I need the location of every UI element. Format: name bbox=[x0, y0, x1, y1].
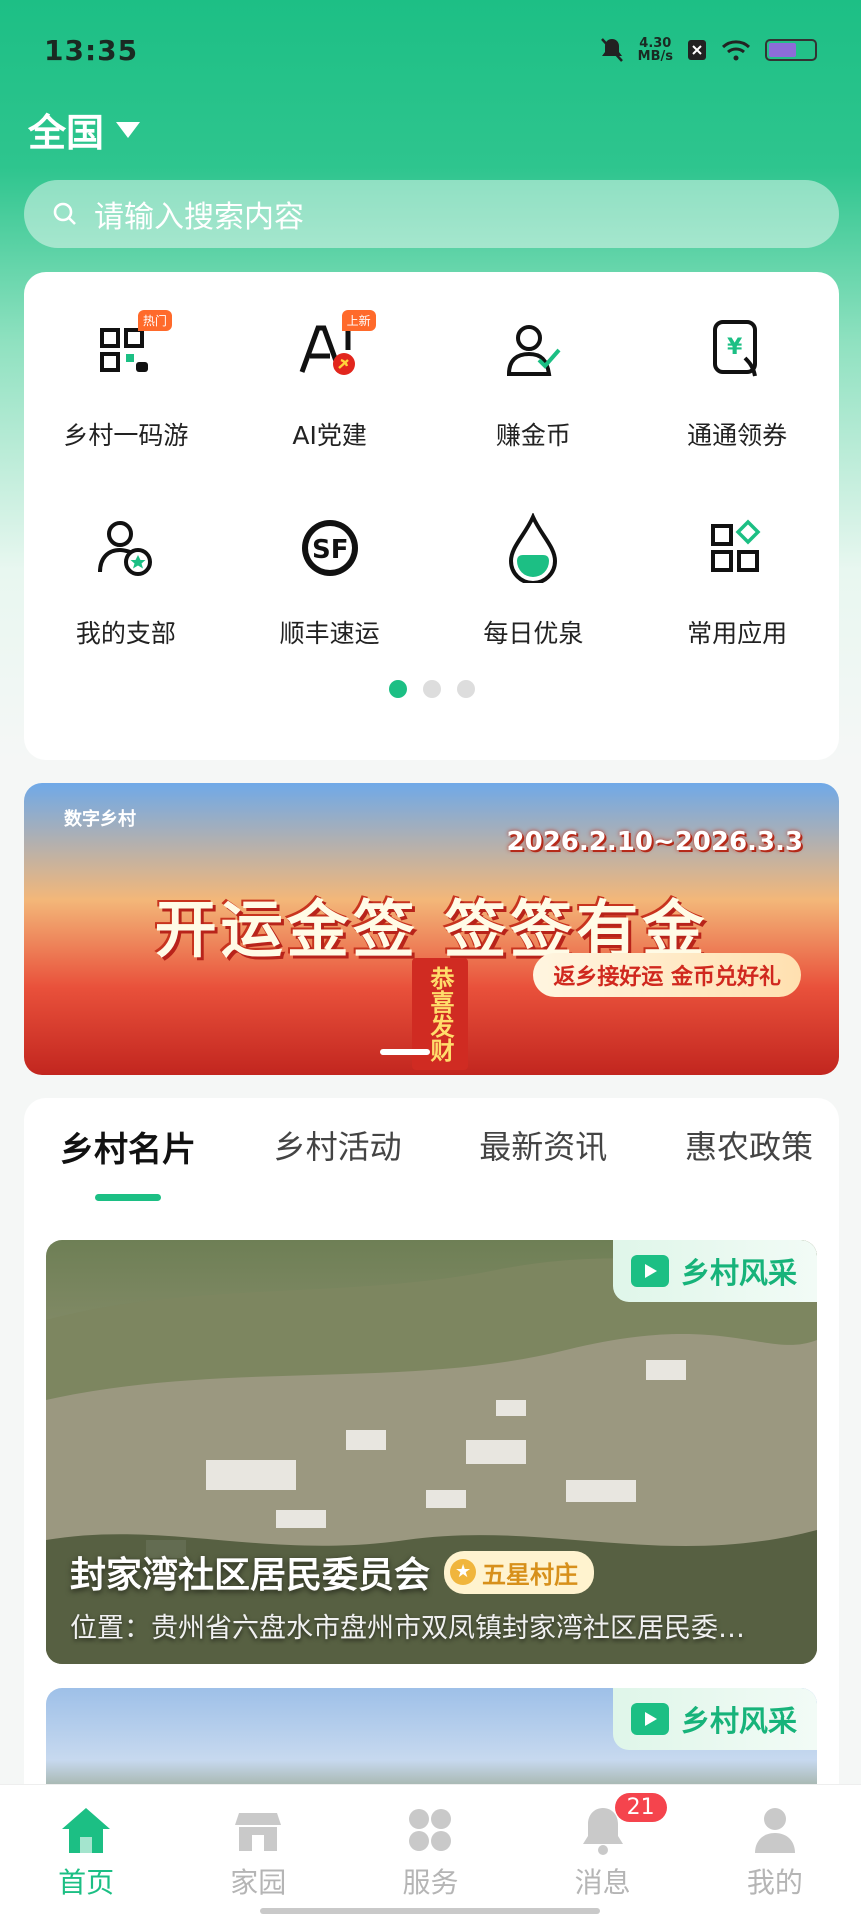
new-badge: 上新 bbox=[341, 310, 376, 331]
hot-badge: 热门 bbox=[137, 310, 172, 331]
tv-icon bbox=[630, 1703, 669, 1735]
banner-subtitle: 返乡接好运 金币兑好礼 bbox=[533, 953, 801, 997]
status-time: 13:35 bbox=[44, 33, 139, 67]
nav-homeland[interactable]: 家园 bbox=[188, 1803, 328, 1920]
coupon-hand-icon: ¥ bbox=[697, 310, 777, 390]
services-icon bbox=[403, 1803, 457, 1857]
grid-label: 赚金币 bbox=[495, 421, 571, 450]
grid-label: 顺丰速运 bbox=[279, 619, 380, 648]
unread-badge: 21 bbox=[614, 1793, 667, 1822]
grid-label: 乡村一码游 bbox=[63, 421, 189, 450]
grid-item-village-qr[interactable]: 热门 乡村一码游 bbox=[24, 310, 228, 508]
page-dot[interactable] bbox=[422, 680, 441, 698]
grid-label: 我的支部 bbox=[75, 619, 176, 648]
village-feed: 乡村名片 乡村活动 最新资讯 惠农政策 乡村风采 封家湾社区居民委员会 ★ 五星… bbox=[24, 1098, 839, 1808]
nav-label: 家园 bbox=[230, 1866, 287, 1899]
nav-profile[interactable]: 我的 bbox=[705, 1803, 845, 1920]
store-icon bbox=[231, 1803, 285, 1857]
svg-text:SF: SF bbox=[312, 535, 349, 565]
tag-label: 乡村风采 bbox=[680, 1704, 797, 1738]
tab-village-activities[interactable]: 乡村活动 bbox=[274, 1122, 402, 1201]
rating-badge: ★ 五星村庄 bbox=[444, 1550, 595, 1594]
apps-grid-icon bbox=[697, 508, 777, 588]
sf-express-icon: SF bbox=[290, 508, 370, 588]
page-indicator bbox=[24, 680, 839, 698]
water-drop-icon bbox=[493, 508, 573, 588]
nav-services[interactable]: 服务 bbox=[360, 1803, 500, 1920]
bottom-nav: 首页 家园 服务 21 消息 我的 bbox=[0, 1784, 861, 1920]
grid-label: 每日优泉 bbox=[483, 619, 584, 648]
page-dot-active[interactable] bbox=[388, 680, 407, 698]
profile-icon bbox=[748, 1803, 802, 1857]
battery-icon bbox=[765, 39, 817, 61]
status-bar: 13:35 4.30 MB/s bbox=[0, 0, 861, 100]
banner-logo: 数字乡村 bbox=[64, 809, 136, 830]
network-speed: 4.30 MB/s bbox=[638, 37, 673, 63]
svg-text:¥: ¥ bbox=[727, 335, 743, 360]
grid-item-earn-coins[interactable]: 赚金币 bbox=[432, 310, 636, 508]
star-icon: ★ bbox=[450, 1559, 477, 1585]
promo-banner[interactable]: 数字乡村 2026.2.10~2026.3.3 开运金签 签签有金 返乡接好运 … bbox=[24, 783, 839, 1075]
region-label: 全国 bbox=[28, 111, 105, 155]
grid-label: AI党建 bbox=[292, 421, 367, 450]
village-name: 封家湾社区居民委员会 bbox=[70, 1555, 431, 1596]
tab-village-card[interactable]: 乡村名片 bbox=[60, 1122, 196, 1201]
grid-item-ai-party[interactable]: 上新 AI党建 bbox=[228, 310, 432, 508]
search-icon bbox=[53, 202, 76, 225]
nav-home[interactable]: 首页 bbox=[16, 1803, 156, 1920]
grid-item-sf-express[interactable]: SF 顺丰速运 bbox=[228, 508, 432, 706]
quick-entry-card: 热门 乡村一码游 上新 AI党建 赚金币 ¥ 通通领券 我的支部 SF 顺丰速运… bbox=[24, 272, 839, 760]
feed-tabs: 乡村名片 乡村活动 最新资讯 惠农政策 bbox=[24, 1122, 839, 1201]
home-indicator bbox=[260, 1908, 600, 1914]
village-photo bbox=[46, 1258, 817, 1664]
nav-label: 首页 bbox=[58, 1866, 115, 1899]
mute-bell-icon bbox=[600, 38, 623, 62]
home-icon bbox=[59, 1803, 113, 1857]
nav-label: 消息 bbox=[574, 1866, 631, 1899]
region-selector[interactable]: 全国 bbox=[28, 102, 141, 157]
earn-coin-person-icon bbox=[493, 310, 573, 390]
wifi-icon bbox=[721, 40, 751, 61]
grid-item-daily-spring[interactable]: 每日优泉 bbox=[432, 508, 636, 706]
rating-label: 五星村庄 bbox=[482, 1560, 579, 1589]
village-card[interactable]: 乡村风采 封家湾社区居民委员会 ★ 五星村庄 位置：贵州省六盘水市盘州市双凤镇封… bbox=[46, 1240, 817, 1664]
branch-person-star-icon bbox=[86, 508, 166, 588]
grid-label: 常用应用 bbox=[687, 619, 788, 648]
banner-indicator bbox=[380, 1049, 430, 1055]
nav-label: 我的 bbox=[746, 1866, 803, 1899]
sim-off-icon bbox=[688, 40, 706, 60]
tag-label: 乡村风采 bbox=[680, 1256, 797, 1290]
search-bar[interactable]: 请输入搜索内容 bbox=[24, 180, 839, 248]
grid-item-common-apps[interactable]: 常用应用 bbox=[635, 508, 839, 706]
page-dot[interactable] bbox=[456, 680, 475, 698]
tab-farm-policy[interactable]: 惠农政策 bbox=[685, 1122, 813, 1201]
tv-icon bbox=[630, 1255, 669, 1287]
grid-item-coupons[interactable]: ¥ 通通领券 bbox=[635, 310, 839, 508]
tab-latest-news[interactable]: 最新资讯 bbox=[479, 1122, 607, 1201]
banner-date-range: 2026.2.10~2026.3.3 bbox=[506, 827, 803, 857]
nav-messages[interactable]: 21 消息 bbox=[533, 1793, 673, 1920]
village-title: 封家湾社区居民委员会 ★ 五星村庄 bbox=[70, 1546, 595, 1598]
nav-label: 服务 bbox=[402, 1866, 459, 1899]
net-speed-unit: MB/s bbox=[637, 49, 673, 64]
qr-code-icon: 热门 bbox=[86, 310, 172, 390]
dropdown-arrow-icon bbox=[116, 121, 141, 138]
status-icons: 4.30 MB/s bbox=[600, 37, 817, 63]
search-placeholder: 请输入搜索内容 bbox=[94, 200, 304, 235]
village-location: 位置：贵州省六盘水市盘州市双凤镇封家湾社区居民委… bbox=[70, 1613, 745, 1644]
village-style-tag: 乡村风采 bbox=[612, 1688, 817, 1750]
village-style-tag: 乡村风采 bbox=[612, 1240, 817, 1302]
grid-label: 通通领券 bbox=[687, 421, 788, 450]
grid-item-my-branch[interactable]: 我的支部 bbox=[24, 508, 228, 706]
ai-party-icon: 上新 bbox=[290, 310, 376, 390]
